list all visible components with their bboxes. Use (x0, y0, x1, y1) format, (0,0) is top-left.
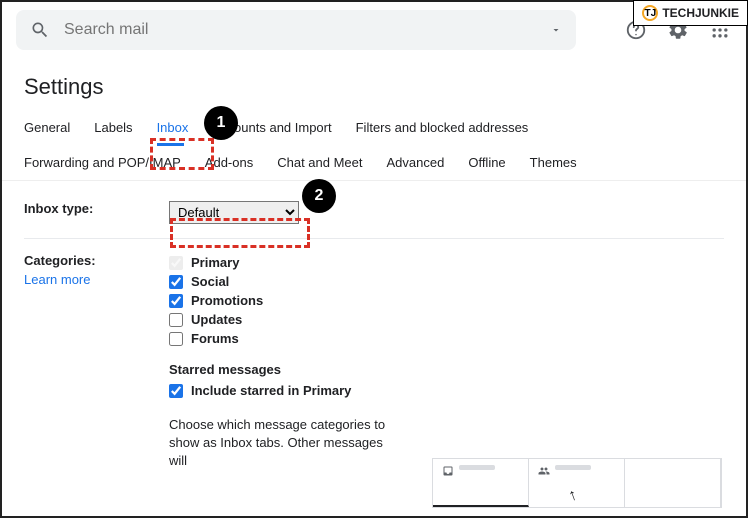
watermark-text: TECHJUNKIE (662, 6, 739, 20)
arrow-icon: ↑ (566, 486, 580, 506)
preview-tab-primary (433, 459, 529, 507)
annotation-callout-1: 1 (204, 106, 238, 140)
starred-include[interactable]: Include starred in Primary (169, 381, 724, 400)
tab-inbox[interactable]: Inbox (157, 110, 199, 145)
tab-themes[interactable]: Themes (530, 145, 587, 180)
search-options-icon[interactable] (550, 24, 562, 36)
tab-chat-meet[interactable]: Chat and Meet (277, 145, 372, 180)
watermark-icon: TJ (642, 5, 658, 21)
tab-forwarding-pop-imap[interactable]: Forwarding and POP/IMAP (24, 145, 191, 180)
checkbox-social[interactable] (169, 275, 183, 289)
categories-row: Categories: Learn more Primary Social Pr… (24, 245, 724, 479)
preview-tab-social: ↑ (529, 459, 625, 507)
label-updates: Updates (191, 312, 242, 327)
categories-description: Choose which message categories to show … (169, 416, 389, 471)
search-box[interactable] (16, 10, 576, 50)
preview-bar (459, 465, 495, 470)
label-promotions: Promotions (191, 293, 263, 308)
tab-advanced[interactable]: Advanced (387, 145, 455, 180)
checkbox-primary (169, 256, 183, 270)
tab-filters-blocked[interactable]: Filters and blocked addresses (356, 110, 539, 145)
inbox-type-row: Inbox type: Default (24, 193, 724, 232)
divider (24, 238, 724, 239)
page-title: Settings (2, 58, 746, 110)
tab-general[interactable]: General (24, 110, 80, 145)
label-primary: Primary (191, 255, 239, 270)
category-primary: Primary (169, 253, 724, 272)
tab-offline[interactable]: Offline (468, 145, 515, 180)
category-promotions[interactable]: Promotions (169, 291, 724, 310)
label-forums: Forums (191, 331, 239, 346)
annotation-callout-2: 2 (302, 179, 336, 213)
label-social: Social (191, 274, 229, 289)
category-forums[interactable]: Forums (169, 329, 724, 348)
search-input[interactable] (64, 21, 550, 39)
inbox-type-select[interactable]: Default (169, 201, 299, 224)
learn-more-link[interactable]: Learn more (24, 272, 169, 287)
watermark-badge: TJ TECHJUNKIE (633, 0, 748, 26)
categories-label: Categories: Learn more (24, 253, 169, 287)
preview-tab-other (625, 459, 721, 507)
checkbox-promotions[interactable] (169, 294, 183, 308)
category-social[interactable]: Social (169, 272, 724, 291)
settings-tabs: General Labels Inbox Accounts and Import… (2, 110, 746, 181)
tab-add-ons[interactable]: Add-ons (205, 145, 263, 180)
search-icon (30, 20, 50, 40)
label-starred: Include starred in Primary (191, 383, 351, 398)
checkbox-starred[interactable] (169, 384, 183, 398)
people-icon (537, 465, 549, 475)
checkbox-forums[interactable] (169, 332, 183, 346)
preview-bar (555, 465, 591, 470)
category-updates[interactable]: Updates (169, 310, 724, 329)
inbox-preview: ↑ (432, 458, 722, 508)
starred-heading: Starred messages (169, 362, 724, 377)
settings-body: Inbox type: Default Categories: Learn mo… (2, 181, 746, 491)
inbox-icon (441, 465, 453, 475)
inbox-type-label: Inbox type: (24, 201, 169, 216)
tab-labels[interactable]: Labels (94, 110, 142, 145)
checkbox-updates[interactable] (169, 313, 183, 327)
